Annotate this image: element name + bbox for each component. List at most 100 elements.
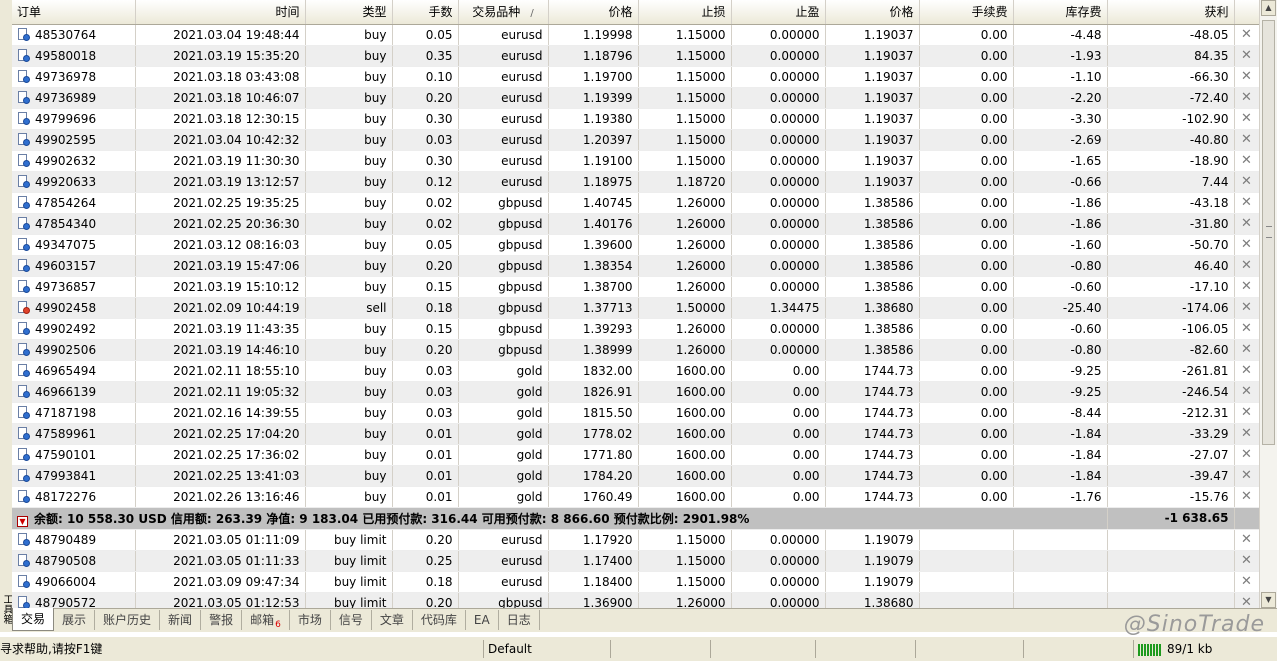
close-icon[interactable]: ✕ <box>1234 423 1259 445</box>
tp-cell[interactable]: 0.00000 <box>731 234 826 256</box>
tab-item[interactable]: 展示 <box>54 610 96 630</box>
sl-cell[interactable]: 1.15000 <box>638 45 732 67</box>
close-icon[interactable]: ✕ <box>1234 529 1259 551</box>
sl-cell[interactable]: 1.15000 <box>638 571 732 593</box>
col-header-sl[interactable]: 止损 <box>638 0 732 25</box>
col-header-commission[interactable]: 手续费 <box>919 0 1014 25</box>
tp-cell[interactable]: 0.00000 <box>731 571 826 593</box>
tp-cell[interactable]: 0.00000 <box>731 45 826 67</box>
tab-item[interactable]: 信号 <box>331 610 372 630</box>
tab-item[interactable]: 代码库 <box>413 610 466 630</box>
table-row[interactable]: 49066004 2021.03.09 09:47:34 buy limit 0.18… <box>12 571 1259 593</box>
sl-cell[interactable]: 1.26000 <box>638 592 732 608</box>
close-icon[interactable]: ✕ <box>1234 444 1259 466</box>
tab-item[interactable]: 账户历史 <box>95 610 161 630</box>
sl-cell[interactable]: 1.15000 <box>638 150 732 172</box>
sl-cell[interactable]: 1.26000 <box>638 255 732 277</box>
tab-item[interactable]: 文章 <box>372 610 413 630</box>
tp-cell[interactable]: 0.00000 <box>731 255 826 277</box>
tab-item[interactable]: 警报 <box>201 610 243 630</box>
tab-item[interactable]: 新闻 <box>160 610 202 630</box>
table-row[interactable]: 47854340 2021.02.25 20:36:30 buy 0.02 gbpusd… <box>12 213 1259 235</box>
vertical-scrollbar[interactable]: ▲ ▼ <box>1259 0 1277 608</box>
col-header-current-price[interactable]: 价格 <box>825 0 920 25</box>
tp-cell[interactable]: 0.00000 <box>731 171 826 193</box>
table-row[interactable]: 46965494 2021.02.11 18:55:10 buy 0.03 gold 18… <box>12 360 1259 382</box>
sl-cell[interactable]: 1600.00 <box>638 486 732 508</box>
sl-cell[interactable]: 1.15000 <box>638 108 732 130</box>
table-row[interactable]: 48790508 2021.03.05 01:11:33 buy limit 0.25… <box>12 550 1259 572</box>
close-icon[interactable]: ✕ <box>1234 381 1259 403</box>
col-header-time[interactable]: 时间 <box>135 0 306 25</box>
table-row[interactable]: 49580018 2021.03.19 15:35:20 buy 0.35 eurusd… <box>12 45 1259 67</box>
scrollbar-thumb[interactable] <box>1262 20 1275 445</box>
sl-cell[interactable]: 1.15000 <box>638 550 732 572</box>
close-icon[interactable]: ✕ <box>1234 213 1259 235</box>
tp-cell[interactable]: 0.00000 <box>731 87 826 109</box>
close-icon[interactable]: ✕ <box>1234 87 1259 109</box>
tp-cell[interactable]: 0.00000 <box>731 213 826 235</box>
col-header-lots[interactable]: 手数 <box>392 0 459 25</box>
sl-cell[interactable]: 1600.00 <box>638 423 732 445</box>
sl-cell[interactable]: 1.15000 <box>638 24 732 46</box>
sl-cell[interactable]: 1.15000 <box>638 87 732 109</box>
close-icon[interactable]: ✕ <box>1234 108 1259 130</box>
tp-cell[interactable]: 0.00000 <box>731 592 826 608</box>
sl-cell[interactable]: 1600.00 <box>638 360 732 382</box>
table-row[interactable]: 47854264 2021.02.25 19:35:25 buy 0.02 gbpusd… <box>12 192 1259 214</box>
tp-cell[interactable]: 0.00 <box>731 381 826 403</box>
table-row[interactable]: 49736857 2021.03.19 15:10:12 buy 0.15 gbpusd… <box>12 276 1259 298</box>
table-row[interactable]: 49347075 2021.03.12 08:16:03 buy 0.05 gbpusd… <box>12 234 1259 256</box>
tab-item[interactable]: EA <box>466 610 499 630</box>
table-row[interactable]: 48790572 2021.03.05 01:12:53 buy limit 0.20… <box>12 592 1259 608</box>
sl-cell[interactable]: 1.15000 <box>638 529 732 551</box>
summary-toggle-icon[interactable]: ▼ <box>17 515 28 527</box>
tp-cell[interactable]: 0.00000 <box>731 129 826 151</box>
tp-cell[interactable]: 1.34475 <box>731 297 826 319</box>
close-icon[interactable]: ✕ <box>1234 592 1259 608</box>
sl-cell[interactable]: 1.26000 <box>638 318 732 340</box>
table-row[interactable]: 47589961 2021.02.25 17:04:20 buy 0.01 gold 17… <box>12 423 1259 445</box>
account-summary-row[interactable]: ▼ 余额: 10 558.30 USD 信用额: 263.39 净值: 9 183… <box>12 507 1259 530</box>
tab-item[interactable]: 交易 <box>12 608 55 631</box>
sl-cell[interactable]: 1.26000 <box>638 234 732 256</box>
close-icon[interactable]: ✕ <box>1234 129 1259 151</box>
table-row[interactable]: 48530764 2021.03.04 19:48:44 buy 0.05 eurusd… <box>12 24 1259 46</box>
close-icon[interactable]: ✕ <box>1234 276 1259 298</box>
close-icon[interactable]: ✕ <box>1234 550 1259 572</box>
tp-cell[interactable]: 0.00000 <box>731 66 826 88</box>
table-row[interactable]: 48172276 2021.02.26 13:16:46 buy 0.01 gold 17… <box>12 486 1259 508</box>
sl-cell[interactable]: 1.26000 <box>638 276 732 298</box>
tp-cell[interactable]: 0.00000 <box>731 192 826 214</box>
col-header-symbol[interactable]: 交易品种 / <box>458 0 549 25</box>
close-icon[interactable]: ✕ <box>1234 192 1259 214</box>
close-icon[interactable]: ✕ <box>1234 45 1259 67</box>
tp-cell[interactable]: 0.00000 <box>731 318 826 340</box>
sl-cell[interactable]: 1.50000 <box>638 297 732 319</box>
close-icon[interactable]: ✕ <box>1234 150 1259 172</box>
tab-item[interactable]: 市场 <box>290 610 331 630</box>
sl-cell[interactable]: 1.15000 <box>638 66 732 88</box>
table-row[interactable]: 49920633 2021.03.19 13:12:57 buy 0.12 eurusd… <box>12 171 1259 193</box>
sl-cell[interactable]: 1.26000 <box>638 339 732 361</box>
scroll-down-arrow-icon[interactable]: ▼ <box>1261 592 1276 608</box>
table-row[interactable]: 49603157 2021.03.19 15:47:06 buy 0.20 gbpusd… <box>12 255 1259 277</box>
table-row[interactable]: 49902458 2021.02.09 10:44:19 sell 0.18 gbpus… <box>12 297 1259 319</box>
status-connection[interactable]: 89/1 kb <box>1133 640 1277 658</box>
close-icon[interactable]: ✕ <box>1234 24 1259 46</box>
tab-item[interactable]: 日志 <box>499 610 540 630</box>
close-icon[interactable]: ✕ <box>1234 339 1259 361</box>
close-icon[interactable]: ✕ <box>1234 360 1259 382</box>
close-icon[interactable]: ✕ <box>1234 486 1259 508</box>
tp-cell[interactable]: 0.00 <box>731 444 826 466</box>
close-icon[interactable]: ✕ <box>1234 255 1259 277</box>
tp-cell[interactable]: 0.00000 <box>731 108 826 130</box>
tp-cell[interactable]: 0.00000 <box>731 24 826 46</box>
close-icon[interactable]: ✕ <box>1234 571 1259 593</box>
table-row[interactable]: 49736989 2021.03.18 10:46:07 buy 0.20 eurusd… <box>12 87 1259 109</box>
table-row[interactable]: 47993841 2021.02.25 13:41:03 buy 0.01 gold 17… <box>12 465 1259 487</box>
sl-cell[interactable]: 1600.00 <box>638 402 732 424</box>
sl-cell[interactable]: 1600.00 <box>638 444 732 466</box>
col-header-profit[interactable]: 获利 <box>1107 0 1235 25</box>
tp-cell[interactable]: 0.00000 <box>731 150 826 172</box>
